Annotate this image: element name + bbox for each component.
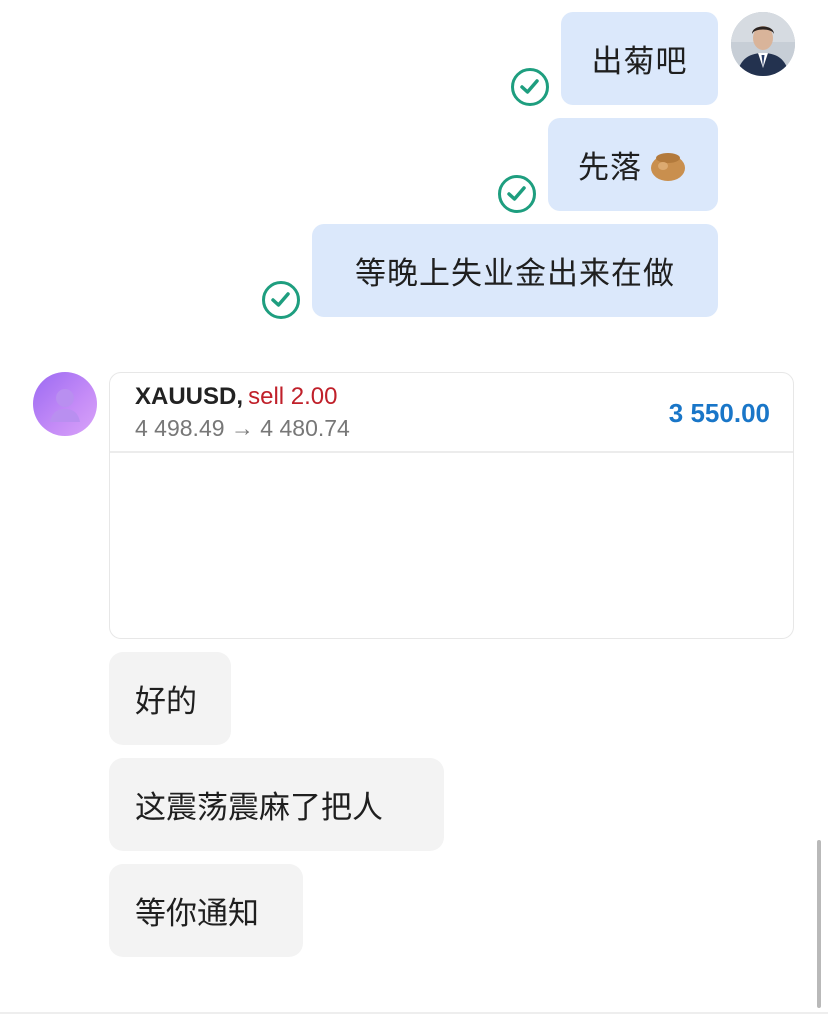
contact-avatar[interactable] [33,372,97,436]
user-avatar[interactable] [731,12,795,76]
trade-header: XAUUSD, sell 2.00 [135,383,338,411]
person-silhouette-icon [50,389,80,422]
outgoing-message-bubble[interactable]: 出菊吧 [561,12,718,105]
trade-open-close-prices: 4 498.49 → 4 480.74 [135,415,350,441]
message-text: 先落 [578,150,642,186]
incoming-message-bubble[interactable]: 等你通知 [109,864,303,957]
read-check-icon [511,68,549,106]
message-text: 等晚上失业金出来在做 [355,256,675,292]
incoming-message-bubble[interactable]: 这震荡震麻了把人 [109,758,444,851]
trade-position-card[interactable]: XAUUSD, sell 2.00 4 498.49 → 4 480.74 3 … [109,372,794,639]
outgoing-message-bubble[interactable]: 等晚上失业金出来在做 [312,224,718,317]
outgoing-message-bubble[interactable]: 先落 [548,118,718,211]
incoming-message-bubble[interactable]: 好的 [109,652,231,745]
message-text: 出菊吧 [591,44,688,80]
trade-symbol: XAUUSD, [135,383,244,410]
read-check-icon [498,175,536,213]
message-text: 等你通知 [135,896,259,932]
money-bag-emoji-icon [648,148,688,182]
bottom-divider [0,1012,828,1014]
read-check-icon [262,281,300,319]
message-text: 这震荡震麻了把人 [135,790,383,826]
trade-side-volume: sell 2.00 [248,383,338,410]
message-text: 好的 [135,684,197,720]
card-divider [110,451,793,453]
trade-profit: 3 550.00 [668,398,770,428]
scrollbar-thumb[interactable] [817,840,821,1008]
